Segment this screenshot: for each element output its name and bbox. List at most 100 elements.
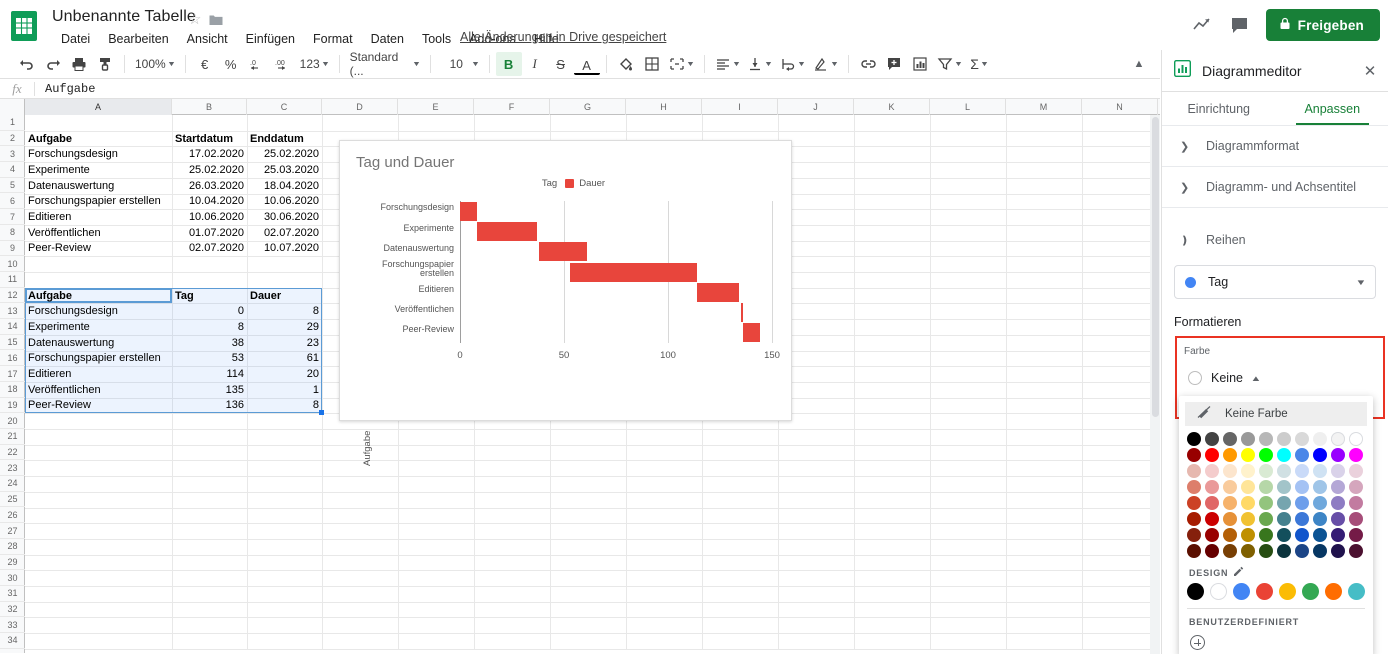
row-header-27[interactable]: 27 <box>0 523 25 539</box>
color-swatch[interactable] <box>1313 512 1327 526</box>
row-header-29[interactable]: 29 <box>0 555 25 571</box>
insert-chart-icon[interactable] <box>907 52 933 76</box>
chart-bar[interactable] <box>697 282 739 302</box>
cell-A15[interactable]: Datenauswertung <box>25 335 172 351</box>
star-icon[interactable]: ☆ <box>188 12 204 28</box>
color-swatch[interactable] <box>1223 496 1237 510</box>
cell-C4[interactable]: 25.03.2020 <box>247 162 322 178</box>
theme-color-swatch[interactable] <box>1233 583 1250 600</box>
color-swatch[interactable] <box>1241 432 1255 446</box>
row-header-4[interactable]: 4 <box>0 162 25 178</box>
section-diagrammformat[interactable]: ❯ Diagrammformat <box>1162 126 1388 166</box>
chart-bar[interactable] <box>742 323 760 343</box>
color-swatch[interactable] <box>1277 512 1291 526</box>
save-status-link[interactable]: Alle Änderungen in Drive gespeichert <box>460 30 666 44</box>
row-header-20[interactable]: 20 <box>0 413 25 429</box>
row-header-16[interactable]: 16 <box>0 351 25 367</box>
cell-B9[interactable]: 02.07.2020 <box>172 241 247 257</box>
color-swatch[interactable] <box>1259 496 1273 510</box>
color-swatch[interactable] <box>1313 432 1327 446</box>
cell-C16[interactable]: 61 <box>247 351 322 367</box>
cell-A3[interactable]: Forschungsdesign <box>25 146 172 162</box>
close-icon[interactable]: ✕ <box>1361 62 1379 80</box>
color-swatch[interactable] <box>1187 448 1201 462</box>
color-swatch[interactable] <box>1295 464 1309 478</box>
color-swatch[interactable] <box>1259 432 1273 446</box>
color-swatch[interactable] <box>1205 528 1219 542</box>
row-header-13[interactable]: 13 <box>0 303 25 320</box>
color-swatch[interactable] <box>1259 480 1273 494</box>
menu-format[interactable]: Format <box>304 31 362 48</box>
column-header-L[interactable]: L <box>930 99 1006 115</box>
cell-A5[interactable]: Datenauswertung <box>25 178 172 194</box>
select-all-corner[interactable] <box>0 99 25 115</box>
undo-icon[interactable] <box>14 52 40 76</box>
edit-pencil-icon[interactable] <box>1233 566 1244 579</box>
color-swatch[interactable] <box>1259 512 1273 526</box>
row-header-34[interactable]: 34 <box>0 633 25 649</box>
color-swatch[interactable] <box>1331 512 1345 526</box>
cell-B8[interactable]: 01.07.2020 <box>172 225 247 241</box>
cell-C15[interactable]: 23 <box>247 335 322 351</box>
color-swatch-grid[interactable] <box>1179 426 1373 558</box>
column-header-K[interactable]: K <box>854 99 930 115</box>
row-header-24[interactable]: 24 <box>0 476 25 492</box>
increase-decimal-icon[interactable]: .00 <box>270 52 296 76</box>
color-swatch[interactable] <box>1277 432 1291 446</box>
zoom-selector[interactable]: 100% ▼ <box>131 54 179 74</box>
theme-color-swatch[interactable] <box>1256 583 1273 600</box>
cell-C9[interactable]: 10.07.2020 <box>247 241 322 257</box>
color-swatch[interactable] <box>1349 512 1363 526</box>
row-header-5[interactable]: 5 <box>0 178 25 194</box>
row-header-3[interactable]: 3 <box>0 146 25 163</box>
row-header-23[interactable]: 23 <box>0 460 25 477</box>
color-swatch[interactable] <box>1187 464 1201 478</box>
horizontal-align-selector[interactable]: ▼ <box>711 53 744 75</box>
chart-bar[interactable] <box>539 242 587 262</box>
menu-einfuegen[interactable]: Einfügen <box>237 31 304 48</box>
cell-B17[interactable]: 114 <box>172 366 247 382</box>
color-swatch[interactable] <box>1331 496 1345 510</box>
row-header-11[interactable]: 11 <box>0 272 25 288</box>
text-color-button[interactable]: A <box>573 58 600 75</box>
cell-C5[interactable]: 18.04.2020 <box>247 178 322 194</box>
cell-C18[interactable]: 1 <box>247 382 322 398</box>
color-swatch[interactable] <box>1349 496 1363 510</box>
color-swatch[interactable] <box>1187 432 1201 446</box>
number-format-selector[interactable]: 123 ▼ <box>296 54 333 74</box>
color-swatch[interactable] <box>1331 528 1345 542</box>
section-reihen[interactable]: ❫ Reihen <box>1162 220 1388 260</box>
cell-A8[interactable]: Veröffentlichen <box>25 225 172 241</box>
vertical-align-selector[interactable]: ▼ <box>743 53 776 75</box>
color-swatch[interactable] <box>1223 512 1237 526</box>
fill-color-icon[interactable] <box>613 52 639 76</box>
color-swatch[interactable] <box>1241 496 1255 510</box>
column-header-I[interactable]: I <box>702 99 778 115</box>
menu-daten[interactable]: Daten <box>362 31 413 48</box>
color-swatch[interactable] <box>1205 480 1219 494</box>
text-wrapping-selector[interactable]: ▼ <box>776 53 809 75</box>
color-swatch[interactable] <box>1313 480 1327 494</box>
cell-A13[interactable]: Forschungsdesign <box>25 303 172 319</box>
color-swatch[interactable] <box>1295 496 1309 510</box>
percent-icon[interactable]: % <box>218 52 244 76</box>
color-swatch[interactable] <box>1205 496 1219 510</box>
cell-B12[interactable]: Tag <box>172 288 247 304</box>
menu-datei[interactable]: Datei <box>52 31 99 48</box>
vertical-scrollbar[interactable] <box>1150 115 1160 654</box>
column-header-B[interactable]: B <box>172 99 247 115</box>
cell-A17[interactable]: Editieren <box>25 366 172 382</box>
functions-selector[interactable]: Σ ▼ <box>966 53 992 75</box>
cell-C12[interactable]: Dauer <box>247 288 322 304</box>
row-header-6[interactable]: 6 <box>0 194 25 210</box>
row-header-2[interactable]: 2 <box>0 131 25 147</box>
scrollbar-thumb[interactable] <box>1152 117 1159 417</box>
theme-color-swatch[interactable] <box>1210 583 1227 600</box>
color-swatch[interactable] <box>1277 544 1291 558</box>
row-header-30[interactable]: 30 <box>0 570 25 586</box>
color-swatch[interactable] <box>1241 464 1255 478</box>
cell-C3[interactable]: 25.02.2020 <box>247 146 322 162</box>
color-swatch[interactable] <box>1241 480 1255 494</box>
cell-C2[interactable]: Enddatum <box>247 131 322 147</box>
borders-icon[interactable] <box>639 52 665 76</box>
